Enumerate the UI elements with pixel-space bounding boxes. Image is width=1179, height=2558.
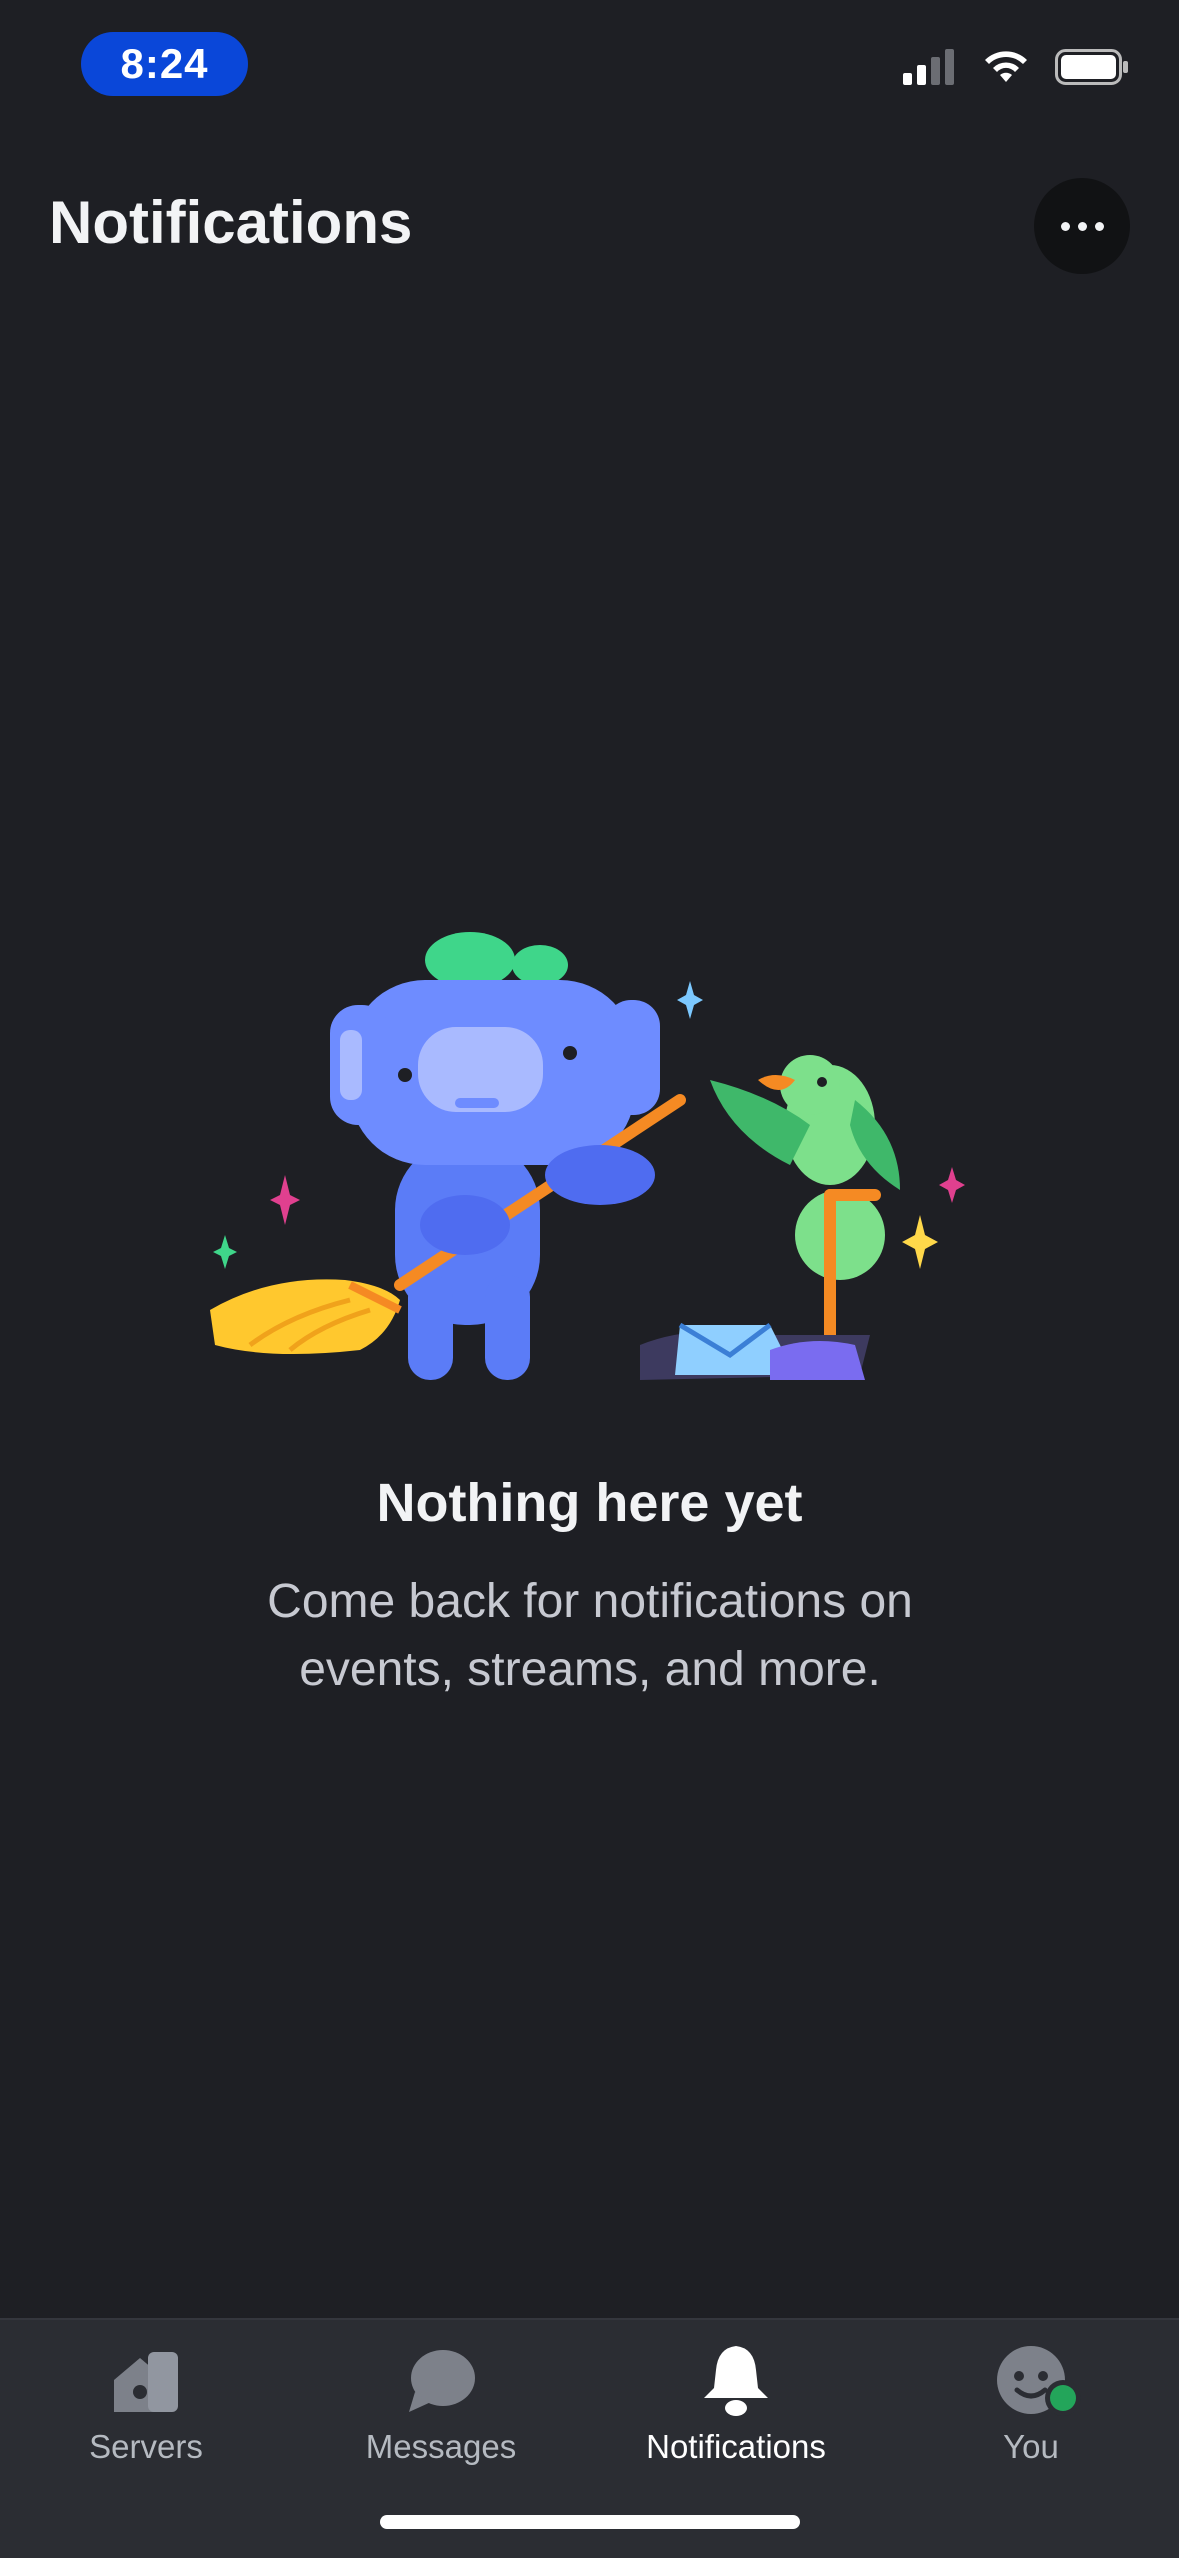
tab-label-servers: Servers: [89, 2428, 203, 2465]
wumpus-sweeping-illustration: [210, 932, 965, 1380]
servers-icon: [106, 2340, 186, 2420]
battery-icon: [1055, 49, 1128, 85]
online-status-indicator: [1050, 2385, 1076, 2411]
tab-label-you: You: [1003, 2428, 1059, 2465]
bell-icon: [696, 2340, 776, 2420]
wifi-icon: [985, 51, 1027, 82]
tab-label-notifications: Notifications: [646, 2428, 826, 2465]
page-title: Notifications: [49, 189, 413, 256]
tab-notifications[interactable]: Notifications: [616, 2320, 856, 2470]
more-options-button[interactable]: [1034, 178, 1130, 274]
tab-you[interactable]: You: [911, 2320, 1151, 2470]
status-bar: 8:24: [0, 0, 1179, 130]
empty-state-title: Nothing here yet: [376, 1473, 803, 1533]
empty-state-body: Come back for notifications on events, s…: [267, 1575, 913, 1696]
more-dot: [1077, 221, 1087, 231]
more-dot: [1094, 221, 1104, 231]
status-icons: [903, 48, 1129, 86]
avatar-icon: [991, 2340, 1081, 2420]
tab-label-messages: Messages: [365, 2428, 517, 2465]
messages-icon: [401, 2340, 481, 2420]
tab-messages[interactable]: Messages: [321, 2320, 561, 2470]
status-time: 8:24: [81, 32, 248, 96]
home-indicator: [380, 2515, 800, 2529]
tab-servers[interactable]: Servers: [26, 2320, 266, 2470]
more-horizontal-icon: [1060, 221, 1070, 231]
cellular-signal-icon: [903, 49, 954, 85]
